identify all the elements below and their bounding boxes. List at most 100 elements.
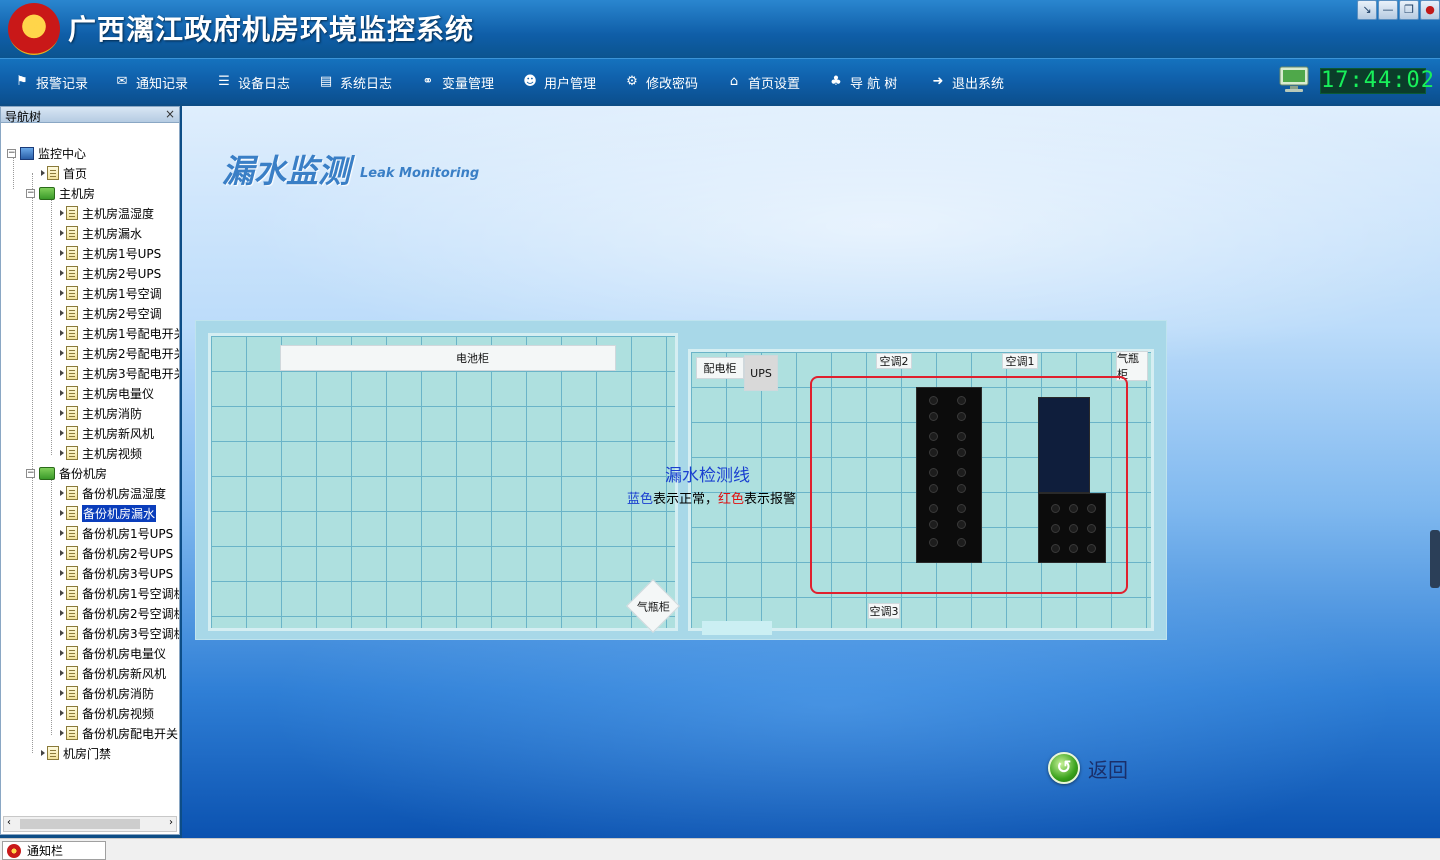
- toolbar-system-log[interactable]: ▤ 系统日志: [318, 59, 392, 105]
- pin-icon[interactable]: ↘: [1357, 0, 1377, 20]
- legend-normal-text: 表示正常，: [653, 492, 719, 507]
- horizontal-scrollbar[interactable]: ‹ ›: [3, 816, 177, 832]
- tree-node[interactable]: 备份机房新风机: [60, 663, 166, 683]
- app-window: 广西漓江政府机房环境监控系统 ↘ — ❐ ● ⚑ 报警记录 ✉ 通知记录 ☰ 设备日志…: [0, 0, 1440, 860]
- battery-cabinet[interactable]: 电池柜: [280, 345, 616, 371]
- scroll-thumb[interactable]: [20, 819, 140, 829]
- tree-node[interactable]: 主机房2号空调: [60, 303, 162, 323]
- toolbar-device-log[interactable]: ☰ 设备日志: [216, 59, 290, 105]
- collapse-icon[interactable]: −: [26, 468, 35, 478]
- leak-detection-line[interactable]: [810, 376, 1128, 594]
- calendar-icon: ▤: [319, 74, 333, 89]
- tree-node[interactable]: 主机房1号UPS: [60, 243, 161, 263]
- tree-node[interactable]: 主机房2号配电开关: [60, 343, 179, 363]
- tree-node[interactable]: 主机房1号空调: [60, 283, 162, 303]
- ups-cabinet[interactable]: UPS: [744, 355, 778, 391]
- tree-node[interactable]: 主机房1号配电开关: [60, 323, 179, 343]
- tree-node-label: 备份机房消防: [82, 686, 155, 701]
- collapse-icon[interactable]: −: [7, 148, 16, 158]
- page-icon: [66, 606, 78, 620]
- tree-node-label: 备份机房1号UPS: [82, 526, 174, 541]
- tree-node-label: 备份机房新风机: [82, 666, 167, 681]
- page-icon: [66, 546, 78, 560]
- close-icon[interactable]: ×: [165, 107, 175, 121]
- toolbar-variable-manage[interactable]: ⚭ 变量管理: [420, 59, 494, 105]
- tree-node[interactable]: 备份机房2号UPS: [60, 543, 173, 563]
- tree-node-home[interactable]: 首页: [41, 163, 87, 183]
- return-label: 返回: [1088, 757, 1128, 782]
- collapse-icon[interactable]: −: [26, 188, 35, 198]
- caret-right-icon: [60, 430, 64, 436]
- toolbar-label: 用户管理: [544, 76, 597, 92]
- toolbar-exit[interactable]: ➜ 退出系统: [930, 59, 1004, 105]
- page-icon: [66, 586, 78, 600]
- notice-tab-label: 通知栏: [27, 844, 64, 858]
- tree-node-label: 备份机房电量仪: [82, 646, 167, 661]
- page-icon: [66, 286, 78, 300]
- page-icon: [47, 166, 59, 180]
- close-button[interactable]: ●: [1420, 0, 1440, 20]
- ac1-label[interactable]: 空调1: [1002, 353, 1038, 369]
- tree-node-group-backup[interactable]: − 备份机房: [26, 463, 107, 483]
- tree-node[interactable]: 主机房消防: [60, 403, 142, 423]
- notice-tab[interactable]: 通知栏: [2, 841, 106, 860]
- page-icon: [66, 446, 78, 460]
- caret-right-icon: [60, 590, 64, 596]
- tree-node[interactable]: 主机房漏水: [60, 223, 142, 243]
- tree-node[interactable]: 主机房2号UPS: [60, 263, 161, 283]
- tree-node-group-main[interactable]: − 主机房: [26, 183, 95, 203]
- tree-node-root[interactable]: − 监控中心: [7, 143, 86, 163]
- tree-node[interactable]: 备份机房温湿度: [60, 483, 166, 503]
- tree-node[interactable]: 备份机房2号空调机: [60, 603, 179, 623]
- page-subtitle: Leak Monitoring: [360, 166, 480, 181]
- gas-cabinet-left-label: 气瓶柜: [636, 600, 670, 613]
- tree-node[interactable]: 备份机房电量仪: [60, 643, 166, 663]
- scroll-right-icon[interactable]: ›: [169, 817, 173, 828]
- leak-legend: 蓝色表示正常，红色表示报警: [627, 488, 796, 507]
- minimize-button[interactable]: —: [1378, 0, 1398, 20]
- caret-right-icon: [60, 270, 64, 276]
- tree-node-label: 主机房1号空调: [82, 286, 162, 301]
- tree-node[interactable]: 备份机房消防: [60, 683, 154, 703]
- tree-node[interactable]: 主机房温湿度: [60, 203, 154, 223]
- toolbar-label: 修改密码: [646, 76, 699, 92]
- tree-node[interactable]: 主机房3号配电开关: [60, 363, 179, 383]
- page-icon: [66, 266, 78, 280]
- caret-right-icon: [60, 630, 64, 636]
- caret-right-icon: [60, 510, 64, 516]
- tree-node[interactable]: 备份机房3号UPS: [60, 563, 173, 583]
- tree-node[interactable]: 备份机房3号空调机: [60, 623, 179, 643]
- users-icon: ☻: [523, 74, 537, 89]
- tree-node[interactable]: 备份机房1号空调机: [60, 583, 179, 603]
- scroll-left-icon[interactable]: ‹: [7, 817, 11, 828]
- toolbar-notice-records[interactable]: ✉ 通知记录: [114, 59, 188, 105]
- caret-right-icon: [60, 370, 64, 376]
- toolbar-change-password[interactable]: ⚙ 修改密码: [624, 59, 698, 105]
- caret-right-icon: [60, 550, 64, 556]
- tree-node-door-access[interactable]: 机房门禁: [41, 743, 111, 763]
- page-icon: [66, 226, 78, 240]
- tree-node[interactable]: 备份机房配电开关: [60, 723, 178, 743]
- toolbar-home-settings[interactable]: ⌂ 首页设置: [726, 59, 800, 105]
- tree-node[interactable]: 主机房电量仪: [60, 383, 154, 403]
- tree-node[interactable]: 主机房新风机: [60, 423, 154, 443]
- power-cabinet[interactable]: 配电柜: [696, 357, 744, 379]
- battery-cabinet-label: 电池柜: [456, 352, 489, 365]
- tree-node-label: 主机房温湿度: [82, 206, 155, 221]
- tree-node[interactable]: 备份机房视频: [60, 703, 154, 723]
- leak-line-title: 漏水检测线: [665, 466, 750, 486]
- tree-node-label: 机房门禁: [63, 746, 112, 761]
- restore-button[interactable]: ❐: [1399, 0, 1419, 20]
- ac3-label[interactable]: 空调3: [868, 603, 900, 619]
- tree-node-selected[interactable]: 备份机房漏水: [60, 503, 157, 523]
- return-button[interactable]: ↺ 返回: [1048, 752, 1128, 784]
- caret-right-icon: [60, 330, 64, 336]
- toolbar-user-manage[interactable]: ☻ 用户管理: [522, 59, 596, 105]
- tree-node[interactable]: 主机房视频: [60, 443, 142, 463]
- side-scroll-grip[interactable]: [1430, 530, 1440, 588]
- ac2-label[interactable]: 空调2: [876, 353, 912, 369]
- page-icon: [66, 326, 78, 340]
- toolbar-alarm-records[interactable]: ⚑ 报警记录: [14, 59, 88, 105]
- tree-node[interactable]: 备份机房1号UPS: [60, 523, 173, 543]
- toolbar-nav-tree[interactable]: ♣ 导 航 树: [828, 59, 897, 105]
